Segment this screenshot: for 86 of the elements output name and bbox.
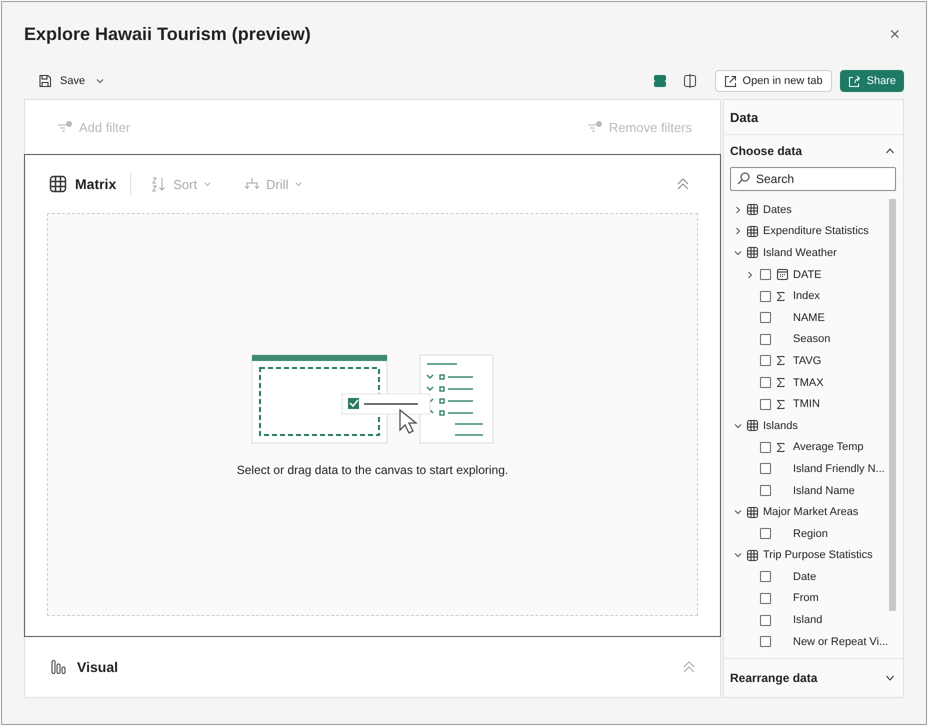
field-item[interactable]: Region [724, 522, 889, 544]
checkbox[interactable] [760, 636, 771, 648]
checkbox[interactable] [760, 290, 771, 302]
caret-icon [294, 180, 304, 188]
column-chart-icon [51, 659, 67, 675]
chevron-icon[interactable] [734, 248, 742, 257]
chevron-up-icon[interactable] [885, 147, 895, 155]
caret-icon[interactable] [95, 77, 106, 85]
table-item[interactable]: Islands [724, 414, 889, 437]
chevron-icon[interactable] [734, 227, 742, 236]
calendar-icon [777, 269, 788, 280]
empty-state-message: Select or drag data to the canvas to start exploring. [236, 462, 508, 476]
chevron-down-icon[interactable] [885, 674, 895, 682]
share-button[interactable]: Share [840, 70, 904, 92]
share-icon [848, 74, 861, 88]
open-in-new-tab-button[interactable]: Open in new tab [714, 70, 832, 92]
rearrange-data-heading: Rearrange data [730, 671, 818, 685]
sort-icon [151, 176, 168, 192]
checkbox[interactable] [760, 334, 771, 345]
pane-title: Data [730, 110, 758, 124]
chevron-icon[interactable] [746, 270, 754, 279]
chevron-icon[interactable] [734, 206, 742, 214]
field-item[interactable]: Island Name [724, 480, 889, 502]
stacked-layout-icon[interactable] [652, 74, 667, 88]
scrollbar[interactable] [889, 199, 896, 611]
checkbox[interactable] [760, 485, 771, 496]
field-item[interactable]: Island Friendly N... [724, 458, 889, 480]
field-item[interactable]: DATE [724, 264, 889, 286]
collapse-icon[interactable] [676, 177, 690, 191]
table-item[interactable]: Island Weather [724, 242, 889, 264]
sigma-icon [777, 292, 785, 301]
checkbox[interactable] [760, 269, 771, 280]
chevron-icon[interactable] [734, 422, 742, 430]
checkbox[interactable] [760, 312, 771, 324]
table-icon [747, 247, 758, 258]
table-icon [747, 226, 758, 237]
checkbox[interactable] [760, 377, 771, 388]
sigma-icon [777, 400, 785, 409]
chevron-icon[interactable] [734, 551, 742, 560]
field-item[interactable]: Date [724, 566, 889, 588]
external-link-icon [724, 74, 737, 88]
checkbox[interactable] [760, 442, 771, 453]
sigma-icon [777, 378, 785, 388]
window-title: Explore Hawaii Tourism (preview) [24, 24, 312, 44]
field-item[interactable]: Season [724, 328, 889, 350]
checkbox[interactable] [760, 528, 771, 540]
save-icon [38, 74, 52, 88]
field-item[interactable]: Average Temp [724, 436, 889, 458]
table-icon [747, 420, 758, 432]
checkbox[interactable] [760, 592, 771, 604]
drill-icon [244, 176, 260, 192]
search-icon [737, 172, 750, 185]
split-layout-icon[interactable] [682, 74, 697, 88]
matrix-title: Matrix [75, 176, 116, 192]
remove-filter-icon [586, 120, 603, 134]
checkbox[interactable] [760, 355, 771, 366]
table-icon [747, 550, 758, 561]
table-icon [747, 204, 758, 216]
add-filter-icon [57, 120, 73, 134]
table-item[interactable]: Major Market Areas [724, 501, 889, 523]
field-item[interactable]: TMIN [724, 393, 889, 415]
visual-title: Visual [77, 659, 118, 675]
sigma-icon [777, 356, 785, 366]
table-item[interactable]: Expenditure Statistics [724, 220, 889, 242]
choose-data-heading: Choose data [730, 144, 802, 158]
caret-icon [203, 180, 212, 188]
field-item[interactable]: NAME [724, 306, 889, 329]
chevron-icon[interactable] [734, 508, 742, 516]
field-item[interactable]: TMAX [724, 372, 889, 394]
close-button[interactable]: × [885, 24, 904, 44]
checkbox[interactable] [760, 571, 771, 582]
sigma-icon [777, 442, 785, 452]
field-item[interactable]: TAVG [724, 350, 889, 372]
field-item[interactable]: Index [724, 285, 889, 307]
field-item[interactable]: New or Repeat Vi... [724, 630, 889, 652]
table-item[interactable]: Dates [724, 199, 889, 221]
save-button[interactable]: Save [24, 74, 86, 88]
checkbox[interactable] [760, 614, 771, 626]
table-item[interactable]: Trip Purpose Statistics [724, 544, 889, 566]
search-field[interactable]: Search [730, 167, 896, 191]
table-icon [747, 506, 758, 518]
checkbox[interactable] [760, 398, 771, 410]
checkbox[interactable] [760, 463, 771, 474]
table-icon [49, 175, 67, 193]
field-item[interactable]: From [724, 588, 889, 610]
field-item[interactable]: Island [724, 609, 889, 631]
